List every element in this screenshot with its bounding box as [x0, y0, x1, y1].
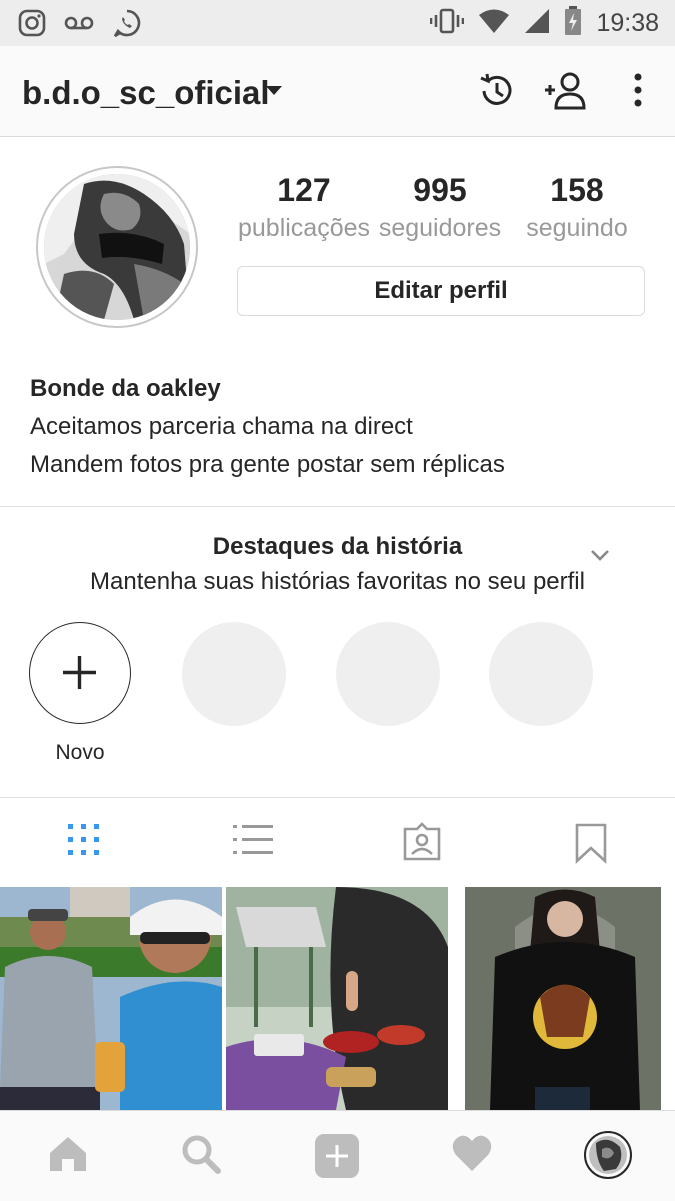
profile-avatar[interactable]: [36, 166, 198, 328]
home-icon[interactable]: [47, 1133, 89, 1180]
list-view-tab-icon[interactable]: [233, 822, 273, 863]
archive-history-icon[interactable]: [476, 70, 518, 117]
saved-tab-icon[interactable]: [574, 822, 608, 869]
wifi-icon: [478, 8, 510, 39]
instagram-icon: [18, 9, 46, 42]
highlight-placeholder: [336, 622, 440, 726]
chevron-down-icon[interactable]: [590, 548, 610, 567]
stat-followers[interactable]: 995 seguidores: [370, 170, 510, 246]
activity-heart-icon[interactable]: [451, 1133, 493, 1178]
profile-bio: Bonde da oakley Aceitamos parceria chama…: [30, 370, 650, 484]
profile-photo: [44, 174, 190, 320]
account-switch-caret-icon[interactable]: [266, 86, 282, 95]
highlights-subtitle: Mantenha suas histórias favoritas no seu…: [90, 568, 585, 595]
profile-avatar-icon[interactable]: [584, 1131, 632, 1184]
bio-line: Aceitamos parceria chama na direct: [30, 413, 413, 440]
tagged-tab-icon[interactable]: [402, 822, 442, 867]
divider: [0, 506, 675, 507]
post-thumbnail[interactable]: [465, 887, 661, 1110]
post-thumbnail[interactable]: [0, 887, 222, 1110]
vibrate-icon: [430, 8, 465, 39]
battery-icon: [564, 6, 582, 41]
more-options-icon[interactable]: [628, 70, 648, 115]
followers-label: seguidores: [378, 214, 502, 242]
display-name: Bonde da oakley: [30, 375, 221, 402]
bio-line: Mandem fotos pra gente postar sem réplic…: [30, 451, 505, 478]
stat-posts[interactable]: 127 publicações: [234, 170, 374, 246]
clock: 19:38: [596, 9, 659, 37]
highlights-title: Destaques da história: [212, 533, 463, 560]
stat-following[interactable]: 158 seguindo: [507, 170, 647, 246]
following-count: 158: [550, 172, 604, 208]
highlight-placeholder: [489, 622, 593, 726]
following-label: seguindo: [526, 214, 628, 242]
posts-count: 127: [277, 172, 331, 208]
grid-view-tab-icon[interactable]: [66, 822, 102, 863]
divider: [0, 797, 675, 798]
whatsapp-icon: [112, 8, 142, 43]
status-bar: 19:38: [0, 0, 675, 46]
edit-profile-button[interactable]: Editar perfil: [237, 266, 645, 316]
highlight-placeholder: [182, 622, 286, 726]
new-highlight-button[interactable]: [29, 622, 131, 724]
signal-icon: [524, 8, 550, 39]
new-highlight-label: Novo: [55, 741, 105, 764]
add-post-icon[interactable]: [314, 1133, 360, 1184]
posts-label: publicações: [237, 214, 371, 242]
bottom-navigation: [0, 1110, 675, 1201]
post-thumbnail[interactable]: [226, 887, 448, 1110]
account-username[interactable]: b.d.o_sc_oficial: [22, 74, 270, 112]
plus-icon: [63, 656, 96, 689]
profile-toolbar: b.d.o_sc_oficial: [0, 46, 675, 137]
voicemail-icon: [64, 13, 94, 38]
add-person-icon[interactable]: [543, 70, 589, 117]
search-icon[interactable]: [180, 1133, 222, 1180]
followers-count: 995: [413, 172, 467, 208]
